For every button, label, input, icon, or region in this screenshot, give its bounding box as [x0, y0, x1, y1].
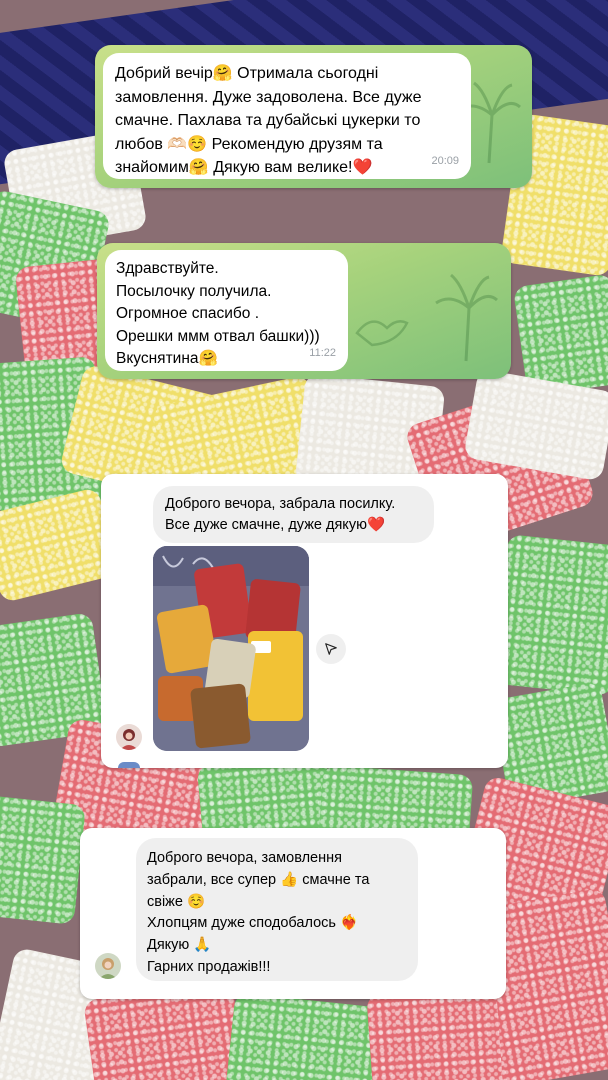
avatar-image: [95, 953, 121, 979]
user-avatar[interactable]: [95, 953, 121, 979]
candy-piece: [492, 534, 608, 696]
candy-piece: [225, 992, 385, 1080]
review-bubble-2: Здравствуйте. Посылочку получила. Огромн…: [105, 250, 348, 371]
send-icon: [325, 643, 337, 655]
review-bubble-4: Доброго вечора, замовлення забрали, все …: [136, 838, 418, 981]
message-time: 11:22: [309, 347, 336, 359]
share-button[interactable]: [316, 634, 346, 664]
review-bubble-3: Доброго вечора, забрала посилку. Все дуж…: [153, 486, 434, 543]
palm-doodle-icon: [435, 273, 499, 362]
review-text: Здравствуйте. Посылочку получила. Огромн…: [116, 260, 320, 367]
instagram-chat-card: Доброго вечора, замовлення забрали, все …: [80, 828, 506, 999]
bird-doodle-icon: [355, 320, 409, 347]
package-photo-image: [153, 546, 309, 751]
user-avatar[interactable]: [116, 724, 142, 750]
candy-piece: [0, 795, 86, 925]
instagram-chat-card: Доброго вечора, забрала посилку. Все дуж…: [101, 474, 508, 768]
telegram-chat-card: Добрий вечір🤗 Отримала сьогодні замовлен…: [95, 45, 532, 188]
avatar-image: [116, 724, 142, 750]
review-bubble-1: Добрий вечір🤗 Отримала сьогодні замовлен…: [103, 53, 471, 179]
candy-piece: [366, 985, 504, 1080]
telegram-chat-card: Здравствуйте. Посылочку получила. Огромн…: [97, 243, 511, 379]
avatar-partial: [118, 762, 140, 768]
review-text: Добрий вечір🤗 Отримала сьогодні замовлен…: [115, 65, 422, 176]
message-time: 20:09: [431, 155, 459, 167]
order-photo[interactable]: [153, 546, 309, 751]
